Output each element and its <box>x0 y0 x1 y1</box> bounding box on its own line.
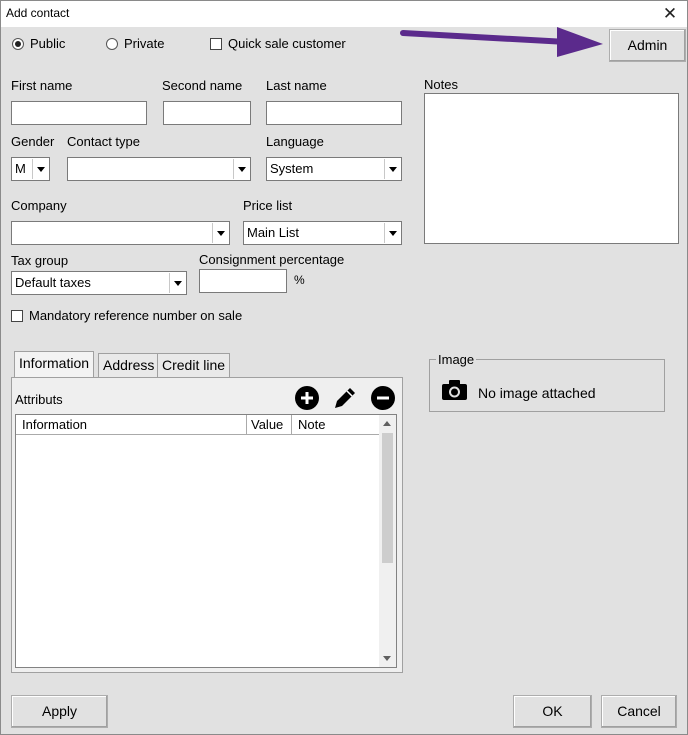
chevron-down-icon[interactable] <box>233 159 249 179</box>
admin-button[interactable]: Admin <box>609 29 686 62</box>
annotation-arrow-icon <box>400 27 603 57</box>
tax-group-value: Default taxes <box>15 275 91 290</box>
public-radio[interactable] <box>12 38 24 50</box>
image-group: Image No image attached <box>429 352 665 412</box>
consignment-input[interactable] <box>199 269 287 293</box>
close-icon[interactable]: ✕ <box>653 1 687 27</box>
scroll-up-icon[interactable] <box>383 421 391 426</box>
contact-type-label: Contact type <box>67 134 140 149</box>
price-list-value: Main List <box>247 225 300 240</box>
first-name-input[interactable] <box>11 101 147 125</box>
notes-label: Notes <box>424 77 458 92</box>
public-label[interactable]: Public <box>30 36 65 51</box>
gender-select[interactable]: M <box>11 157 50 181</box>
gender-label: Gender <box>11 134 55 149</box>
contact-type-select[interactable] <box>67 157 251 181</box>
edit-pencil-icon[interactable] <box>332 385 358 411</box>
add-contact-window: Add contact ✕ Public Private Quick sale … <box>0 0 688 735</box>
column-header-value[interactable]: Value <box>247 415 292 435</box>
language-select[interactable]: System <box>266 157 402 181</box>
mandatory-ref-label[interactable]: Mandatory reference number on sale <box>29 308 242 323</box>
private-radio[interactable] <box>106 38 118 50</box>
vertical-scrollbar[interactable] <box>379 415 396 667</box>
attributes-grid[interactable]: Information Value Note <box>15 414 397 668</box>
tab-credit-line[interactable]: Credit line <box>157 353 231 377</box>
scroll-down-icon[interactable] <box>383 656 391 661</box>
consignment-label: Consignment percentage <box>199 252 345 267</box>
window-title: Add contact <box>6 6 70 20</box>
last-name-input[interactable] <box>266 101 402 125</box>
percent-unit: % <box>294 273 305 287</box>
remove-attribute-icon[interactable] <box>371 386 395 410</box>
tax-group-label: Tax group <box>11 253 69 268</box>
mandatory-ref-checkbox[interactable] <box>11 310 23 322</box>
company-label: Company <box>11 198 67 213</box>
second-name-label: Second name <box>162 78 243 93</box>
notes-textarea[interactable] <box>424 93 679 244</box>
chevron-down-icon[interactable] <box>384 223 400 243</box>
price-list-select[interactable]: Main List <box>243 221 402 245</box>
chevron-down-icon[interactable] <box>32 159 48 179</box>
apply-button[interactable]: Apply <box>11 695 108 728</box>
language-value: System <box>270 161 314 176</box>
gender-value: M <box>15 161 26 176</box>
chevron-down-icon[interactable] <box>384 159 400 179</box>
company-select[interactable] <box>11 221 230 245</box>
price-list-label: Price list <box>243 198 293 213</box>
chevron-down-icon[interactable] <box>169 273 185 293</box>
add-attribute-icon[interactable] <box>295 386 319 410</box>
tab-information[interactable]: Information <box>14 351 95 378</box>
quick-sale-label[interactable]: Quick sale customer <box>228 36 346 51</box>
cancel-button[interactable]: Cancel <box>601 695 677 728</box>
scroll-thumb[interactable] <box>382 433 393 563</box>
image-group-label: Image <box>436 352 477 367</box>
private-label[interactable]: Private <box>124 36 164 51</box>
column-header-information[interactable]: Information <box>16 415 247 435</box>
first-name-label: First name <box>11 78 73 93</box>
tax-group-select[interactable]: Default taxes <box>11 271 187 295</box>
tab-address[interactable]: Address <box>98 353 160 377</box>
quick-sale-checkbox[interactable] <box>210 38 222 50</box>
language-label: Language <box>266 134 324 149</box>
camera-icon[interactable] <box>441 379 468 401</box>
second-name-input[interactable] <box>163 101 251 125</box>
column-header-note[interactable]: Note <box>292 415 380 435</box>
information-panel: Attributs Information Value Note <box>11 377 403 673</box>
chevron-down-icon[interactable] <box>212 223 228 243</box>
no-image-text: No image attached <box>478 385 596 401</box>
attributes-label: Attributs <box>15 392 63 407</box>
ok-button[interactable]: OK <box>513 695 592 728</box>
last-name-label: Last name <box>266 78 327 93</box>
